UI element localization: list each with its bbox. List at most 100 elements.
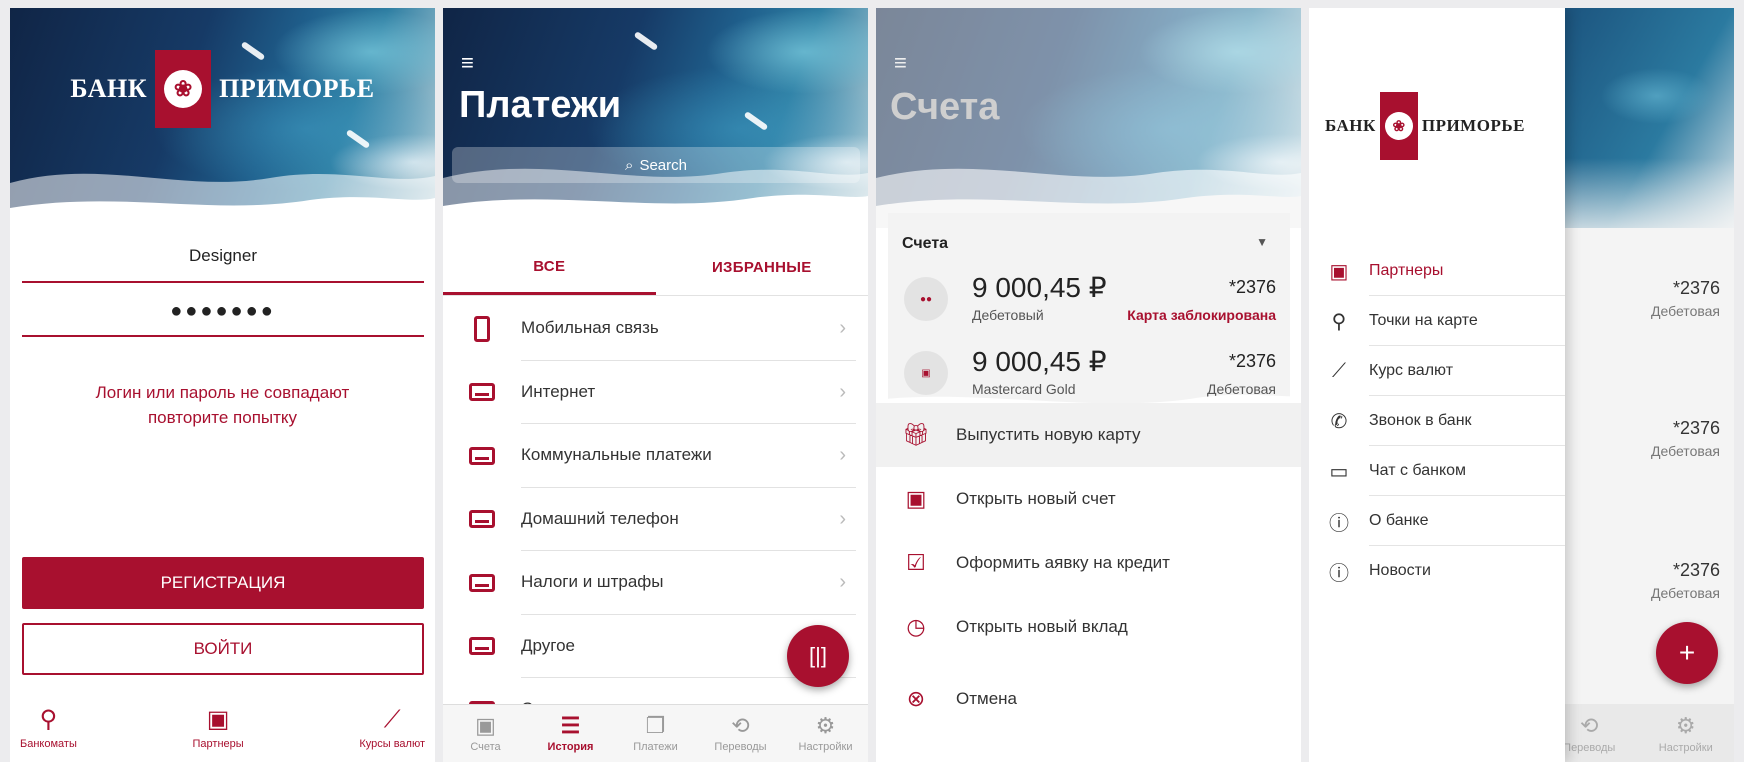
nav-accounts[interactable]: ▣ Счета [443, 705, 528, 762]
scan-icon: [|] [809, 643, 827, 668]
error-line-2: повторите попытку [147, 408, 298, 427]
phone-icon: ✆ [1330, 410, 1348, 433]
nav-history[interactable]: ☰ История [528, 705, 613, 762]
bank-emblem-icon: ❀ [155, 50, 212, 128]
nav-partners[interactable]: ▣ Партнеры [193, 700, 244, 762]
account-number: *2376 [1672, 278, 1720, 298]
mastercard-icon: ●● [904, 277, 948, 321]
logo-word-right: ПРИМОРЬЕ [1421, 116, 1525, 135]
drawer-item-news[interactable]: ⓘ Новости [1309, 546, 1565, 596]
menu-icon[interactable]: ≡ [894, 52, 914, 74]
list-item[interactable]: Интернет › [443, 361, 868, 424]
list-item[interactable]: Коммунальные платежи › [443, 424, 868, 488]
list-item[interactable]: Налоги и штрафы › [443, 551, 868, 615]
register-button[interactable]: РЕГИСТРАЦИЯ [22, 557, 424, 609]
drawer-item-rates[interactable]: ⟋ Курс валют [1309, 346, 1565, 396]
wallet-icon: ▣ [905, 486, 927, 511]
logo-word-right: ПРИМОРЬЕ [219, 74, 375, 103]
search-placeholder: Search [639, 156, 687, 174]
cards-icon: ❐ [645, 713, 666, 738]
list-item[interactable]: Домашний телефон › [443, 488, 868, 551]
drawer-item-chat[interactable]: ▭ Чат с банком [1309, 446, 1565, 496]
account-number: *2376 [1672, 418, 1720, 438]
map-pin-icon: ⚲ [39, 706, 58, 733]
issue-card-action[interactable]: 🎁︎ Выпустить новую карту [876, 403, 1301, 467]
menu-icon[interactable]: ≡ [461, 52, 481, 74]
nav-label: Переводы [714, 741, 767, 753]
action-label: Отмена [956, 689, 1017, 708]
drawer-item-call[interactable]: ✆ Звонок в банк [1309, 396, 1565, 446]
drawer-item-partners[interactable]: ▣ Партнеры [1309, 246, 1565, 296]
account-type: Дебетовая [1651, 443, 1720, 459]
payment-tabs: ВСЕ ИЗБРАННЫЕ [443, 240, 868, 296]
gear-icon: ⚙ [1675, 712, 1696, 738]
info-icon: ⓘ [1329, 512, 1349, 535]
drawer-item-label: Звонок в банк [1369, 396, 1565, 446]
tab-favorites[interactable]: ИЗБРАННЫЕ [656, 240, 869, 295]
open-account-action[interactable]: ▣ Открыть новый счет [876, 467, 1301, 531]
partner-icon: ▣ [206, 706, 230, 733]
drawer-item-about[interactable]: ⓘ О банке [1309, 496, 1565, 546]
partner-icon: ▣ [1329, 260, 1349, 283]
gear-icon: ⚙ [815, 713, 836, 738]
nav-transfers[interactable]: ⟲ Переводы [698, 705, 783, 762]
navigation-drawer: БАНК ❀ ПРИМОРЬЕ ▣ Партнеры ⚲ Точки на ка… [1309, 8, 1565, 762]
account-amount: 9 000,45 ₽ [972, 272, 1107, 303]
account-status: Карта заблокирована [1127, 307, 1276, 323]
password-field[interactable]: ●●●●●●● [22, 292, 424, 337]
tab-all[interactable]: ВСЕ [443, 240, 656, 295]
chevron-right-icon: › [839, 444, 846, 467]
nav-label: История [547, 741, 594, 753]
chevron-right-icon: › [839, 380, 846, 403]
login-error-message: Логин или пароль не совпадают повторите … [10, 380, 435, 430]
chat-icon: ▭ [1329, 460, 1349, 483]
username-field[interactable]: Designer [22, 238, 424, 283]
account-number: *2376 [1228, 277, 1276, 297]
login-button[interactable]: ВОЙТИ [22, 623, 424, 675]
cancel-action[interactable]: ⊗ Отмена [876, 667, 1301, 731]
nav-label: Переводы [1563, 741, 1616, 754]
nav-payments[interactable]: ❐ Платежи [613, 705, 698, 762]
open-deposit-action[interactable]: ◷ Открыть новый вклад [876, 595, 1301, 659]
list-item-label: Мобильная связь [521, 297, 856, 361]
card-icon [469, 446, 495, 465]
barcode-scan-button[interactable]: [|] [787, 625, 849, 687]
caret-down-icon[interactable]: ▼ [1256, 235, 1268, 249]
drawer-item-label: Чат с банком [1369, 446, 1565, 496]
nav-label: Счета [470, 741, 501, 753]
list-item-label: Домашний телефон [521, 488, 856, 551]
drawer-item-map[interactable]: ⚲ Точки на карте [1309, 296, 1565, 346]
sync-icon: ⟲ [731, 713, 750, 738]
apply-credit-action[interactable]: ☑ Оформить аявку на кредит [876, 531, 1301, 595]
account-amount: 9 000,45 ₽ [972, 346, 1107, 377]
list-item[interactable]: Мобильная связь › [443, 297, 868, 361]
wallet-icon: ▣ [475, 713, 496, 738]
background-account-row: *2376 Дебетовая [1651, 278, 1720, 319]
card-icon [469, 573, 495, 592]
nav-label: Банкоматы [20, 738, 77, 750]
logo-word-left: БАНК [1325, 116, 1376, 135]
action-label: Оформить аявку на кредит [956, 553, 1170, 572]
chevron-right-icon: › [839, 507, 846, 530]
bottom-nav: ▣ Счета ☰ История ❐ Платежи ⟲ Переводы ⚙ Наст… [443, 704, 868, 762]
drawer-item-label: Точки на карте [1369, 296, 1565, 346]
drawer-item-label: О банке [1369, 496, 1565, 546]
drawer-menu: ▣ Партнеры ⚲ Точки на карте ⟋ Курс валют… [1309, 246, 1565, 596]
list-item-label: Интернет [521, 361, 856, 424]
gift-card-icon: 🎁︎ [902, 422, 930, 447]
phone-icon [474, 315, 490, 342]
error-line-1: Логин или пароль не совпадают [95, 383, 350, 402]
map-pin-icon: ⚲ [1331, 310, 1347, 333]
page-title: Платежи [459, 84, 622, 126]
cancel-icon: ⊗ [906, 686, 926, 711]
nav-label: Настройки [1658, 741, 1713, 754]
action-label: Открыть новый счет [956, 489, 1116, 508]
nav-settings[interactable]: ⚙ Настройки [1638, 704, 1735, 762]
account-row[interactable]: ●● 9 000,45 ₽ Дебетовый *2376 Карта забл… [888, 263, 1290, 331]
nav-settings[interactable]: ⚙ Настройки [783, 705, 868, 762]
add-button[interactable]: + [1656, 622, 1718, 684]
nav-rates[interactable]: ⟋ Курсы валют [359, 700, 425, 762]
account-type: Дебетовая [1651, 585, 1720, 601]
search-input[interactable]: ⌕ Search [452, 147, 860, 183]
nav-atms[interactable]: ⚲ Банкоматы [20, 700, 77, 762]
